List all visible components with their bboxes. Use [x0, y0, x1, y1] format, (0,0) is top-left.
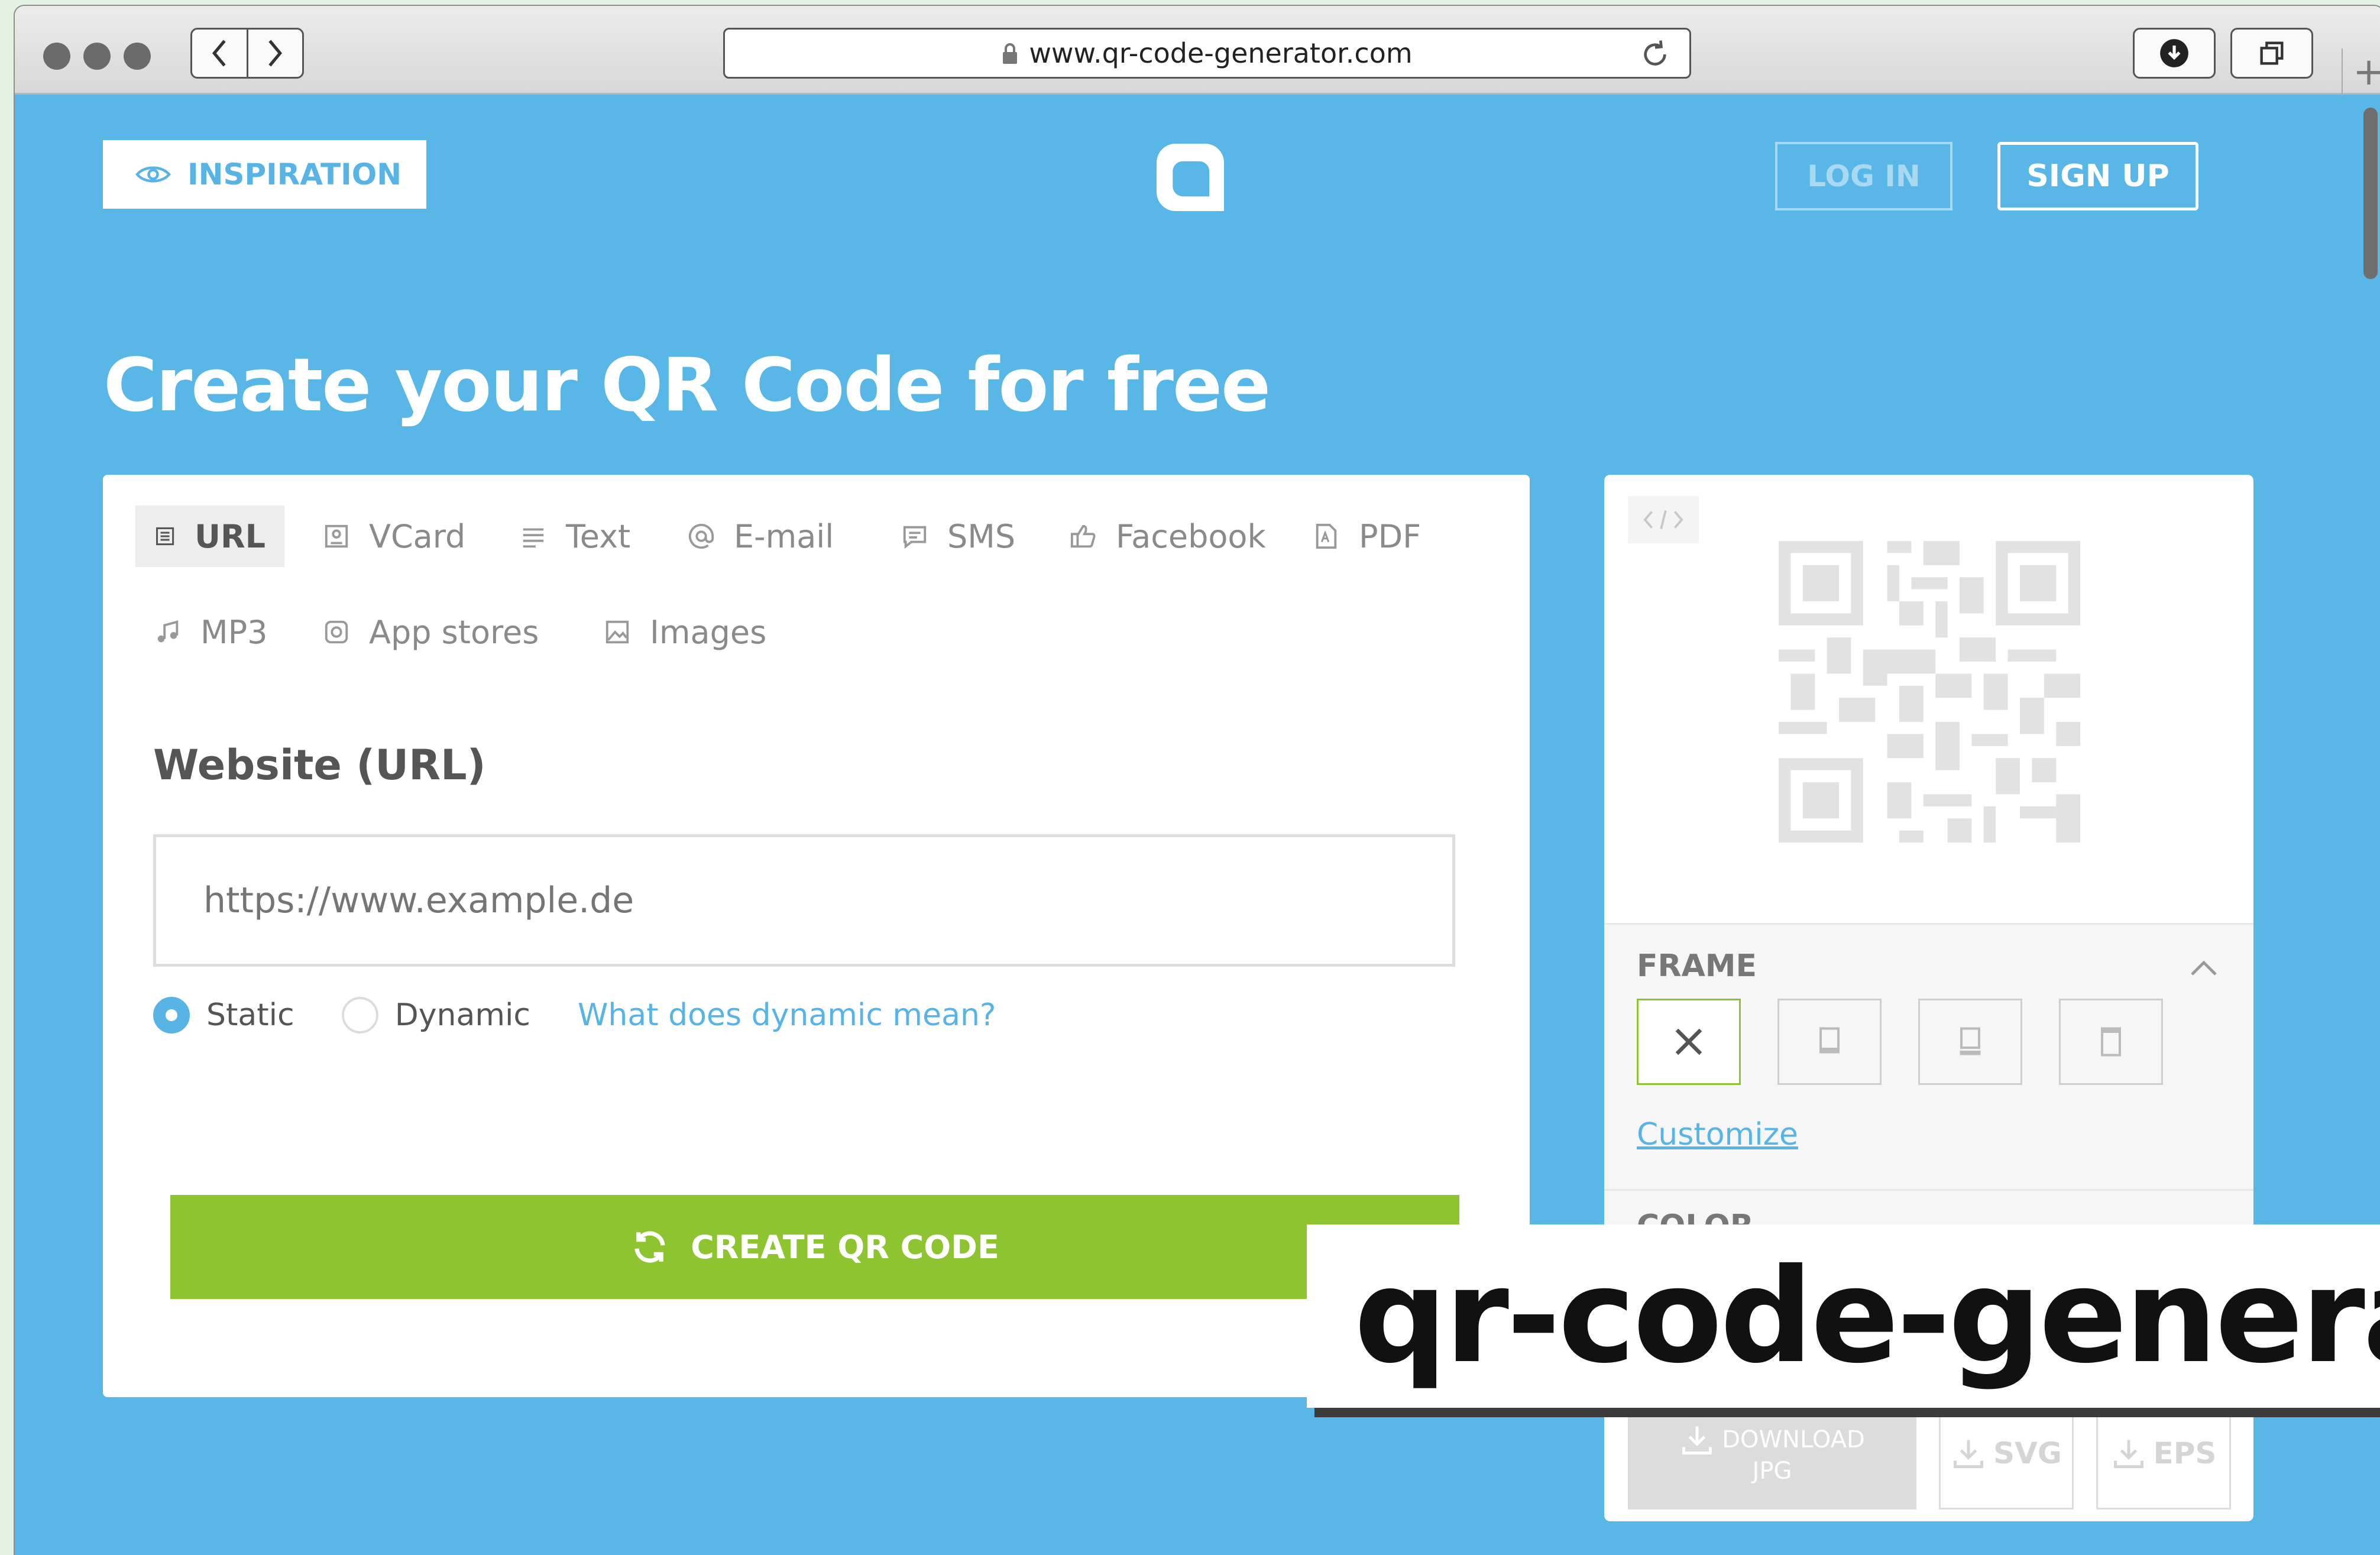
- download-jpg-label: DOWNLOAD: [1722, 1426, 1865, 1453]
- frame-section-title: FRAME: [1637, 948, 1757, 984]
- tab-sms-label: SMS: [947, 517, 1016, 555]
- at-sign-icon: [688, 523, 714, 549]
- tab-overview-button[interactable]: [2230, 28, 2313, 79]
- pdf-file-icon: [1316, 523, 1337, 549]
- download-eps-label: EPS: [2153, 1436, 2217, 1470]
- dynamic-help-link[interactable]: What does dynamic mean?: [578, 997, 996, 1033]
- zoom-window-button[interactable]: [124, 43, 151, 70]
- download-icon: [1682, 1426, 1712, 1454]
- tab-email[interactable]: E-mail: [669, 506, 853, 567]
- site-caption: qr-code-generator.com: [1307, 1224, 2380, 1408]
- frame-options: [1637, 999, 2163, 1085]
- window-controls: [43, 43, 151, 70]
- text-lines-icon: [523, 528, 544, 548]
- scrollbar-thumb[interactable]: [2363, 108, 2378, 279]
- frame-top-icon: [2101, 1027, 2121, 1057]
- address-bar[interactable]: www.qr-code-generator.com: [723, 28, 1691, 79]
- inspiration-button[interactable]: INSPIRATION: [103, 140, 426, 209]
- download-svg-label: SVG: [1993, 1436, 2062, 1470]
- chevron-up-icon[interactable]: [2190, 960, 2218, 977]
- embed-code-button[interactable]: [1628, 496, 1699, 543]
- lock-icon: [1003, 43, 1018, 64]
- log-in-button[interactable]: LOG IN: [1775, 142, 1952, 210]
- chevron-right-icon: [268, 40, 283, 67]
- close-icon: [1675, 1028, 1702, 1055]
- frame-option-none[interactable]: [1637, 999, 1741, 1085]
- address-text: www.qr-code-generator.com: [1029, 37, 1413, 69]
- page-title: Create your QR Code for free: [103, 343, 1271, 428]
- eye-icon: [135, 166, 171, 183]
- tab-images[interactable]: Images: [585, 601, 785, 663]
- contact-card-icon: [325, 524, 348, 548]
- sign-up-button[interactable]: SIGN UP: [1997, 142, 2198, 210]
- frame-option-top-label[interactable]: [2059, 999, 2163, 1085]
- url-field-label: Website (URL): [153, 741, 486, 789]
- qr-generator-logo[interactable]: [1154, 141, 1227, 214]
- tab-email-label: E-mail: [734, 517, 834, 555]
- tab-facebook[interactable]: Facebook: [1051, 506, 1285, 567]
- frame-option-bottom-label[interactable]: [1777, 999, 1882, 1085]
- frame-section: FRAME Customize: [1604, 923, 2253, 1189]
- qr-code-preview: [1779, 541, 2080, 843]
- new-tab-button[interactable]: +: [2342, 48, 2380, 96]
- download-circle-icon: [2160, 39, 2188, 67]
- tab-text[interactable]: Text: [501, 506, 649, 567]
- tab-vcard-label: VCard: [369, 517, 466, 555]
- tabs-overview-icon: [2260, 41, 2284, 65]
- static-radio-label[interactable]: Static: [206, 997, 294, 1033]
- tab-text-label: Text: [566, 517, 631, 555]
- tab-images-label: Images: [650, 613, 767, 651]
- thumbs-up-icon: [1070, 524, 1096, 548]
- create-qr-code-button[interactable]: CREATE QR CODE: [170, 1195, 1459, 1299]
- tab-app-stores[interactable]: App stores: [304, 601, 558, 663]
- frame-bottom-icon: [1819, 1027, 1840, 1054]
- browser-toolbar: www.qr-code-generator.com +: [15, 6, 2380, 96]
- create-qr-code-label: CREATE QR CODE: [691, 1228, 999, 1266]
- inspiration-label: INSPIRATION: [187, 157, 402, 192]
- static-radio[interactable]: [153, 997, 190, 1034]
- frame-option-tab-label[interactable]: [1918, 999, 2022, 1085]
- tab-url[interactable]: URL: [135, 506, 284, 567]
- tab-facebook-label: Facebook: [1116, 517, 1266, 555]
- download-jpg-format: JPG: [1752, 1457, 1792, 1485]
- dynamic-radio[interactable]: [341, 997, 378, 1034]
- refresh-icon: [634, 1231, 665, 1263]
- customize-frame-link[interactable]: Customize: [1637, 1117, 1798, 1152]
- url-input[interactable]: [153, 834, 1455, 967]
- forward-button[interactable]: [246, 30, 303, 77]
- speech-bubble-icon: [903, 526, 927, 549]
- history-navigation: [190, 28, 304, 79]
- qr-mode-selector: Static Dynamic What does dynamic mean?: [153, 997, 996, 1034]
- chevron-left-icon: [212, 40, 226, 67]
- app-icon: [325, 620, 348, 644]
- code-brackets-icon: [1643, 510, 1683, 530]
- download-icon: [2113, 1440, 2143, 1468]
- document-lines-icon: [156, 527, 174, 546]
- minimize-window-button[interactable]: [83, 43, 111, 70]
- reload-icon[interactable]: [1639, 38, 1672, 71]
- download-icon: [1954, 1440, 1984, 1468]
- tab-pdf-label: PDF: [1359, 517, 1421, 555]
- frame-tab-icon: [1960, 1027, 1981, 1055]
- tab-app-stores-label: App stores: [369, 613, 539, 651]
- tab-url-label: URL: [195, 517, 265, 555]
- close-window-button[interactable]: [43, 43, 70, 70]
- tab-mp3[interactable]: MP3: [135, 601, 287, 663]
- back-button[interactable]: [192, 30, 247, 77]
- tab-mp3-label: MP3: [200, 613, 268, 651]
- music-note-icon: [157, 620, 179, 643]
- tab-vcard[interactable]: VCard: [304, 506, 484, 567]
- dynamic-radio-label[interactable]: Dynamic: [395, 997, 530, 1033]
- image-icon: [605, 620, 629, 644]
- tab-pdf[interactable]: PDF: [1294, 506, 1440, 567]
- tab-sms[interactable]: SMS: [882, 506, 1034, 567]
- downloads-button[interactable]: [2133, 28, 2216, 79]
